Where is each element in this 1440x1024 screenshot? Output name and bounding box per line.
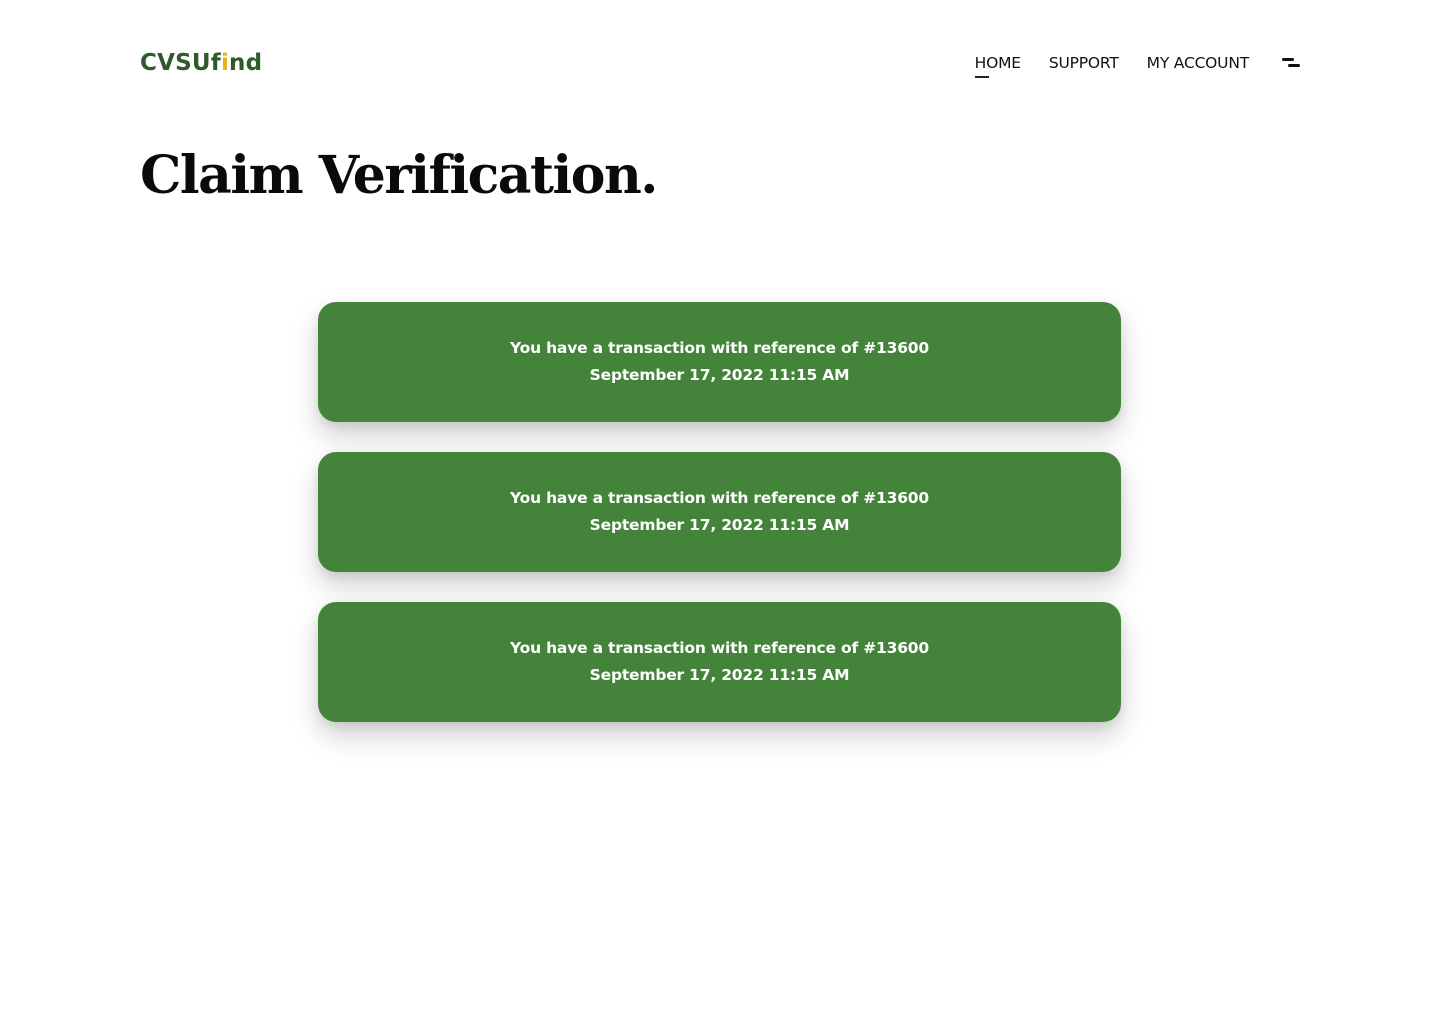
nav-my-account-link[interactable]: MY ACCOUNT [1147,40,1250,86]
transaction-card[interactable]: You have a transaction with reference of… [318,452,1121,572]
transaction-message: You have a transaction with reference of… [510,489,929,507]
main-nav: HOME SUPPORT MY ACCOUNT [974,40,1300,86]
nav-home-link[interactable]: HOME [974,40,1021,86]
transaction-list: You have a transaction with reference of… [318,302,1121,752]
logo-text-end: nd [229,50,263,76]
logo[interactable]: CVSUfind [140,40,262,86]
transaction-datetime: September 17, 2022 11:15 AM [589,366,850,384]
transaction-card[interactable]: You have a transaction with reference of… [318,302,1121,422]
menu-icon-bar-bottom [1288,64,1300,67]
transaction-card[interactable]: You have a transaction with reference of… [318,602,1121,722]
transaction-datetime: September 17, 2022 11:15 AM [589,516,850,534]
transaction-message: You have a transaction with reference of… [510,339,929,357]
menu-icon-bar-top [1282,58,1294,61]
page-title: Claim Verification. [140,145,658,206]
logo-text-accent: i [220,50,230,76]
logo-text-start: CVSUf [140,50,221,76]
nav-support-link[interactable]: SUPPORT [1049,40,1119,86]
page: CVSUfind HOME SUPPORT MY ACCOUNT Claim V… [0,0,1440,1024]
header: CVSUfind HOME SUPPORT MY ACCOUNT [140,40,1300,86]
transaction-message: You have a transaction with reference of… [510,639,929,657]
menu-icon[interactable] [1282,55,1300,71]
transaction-datetime: September 17, 2022 11:15 AM [589,666,850,684]
